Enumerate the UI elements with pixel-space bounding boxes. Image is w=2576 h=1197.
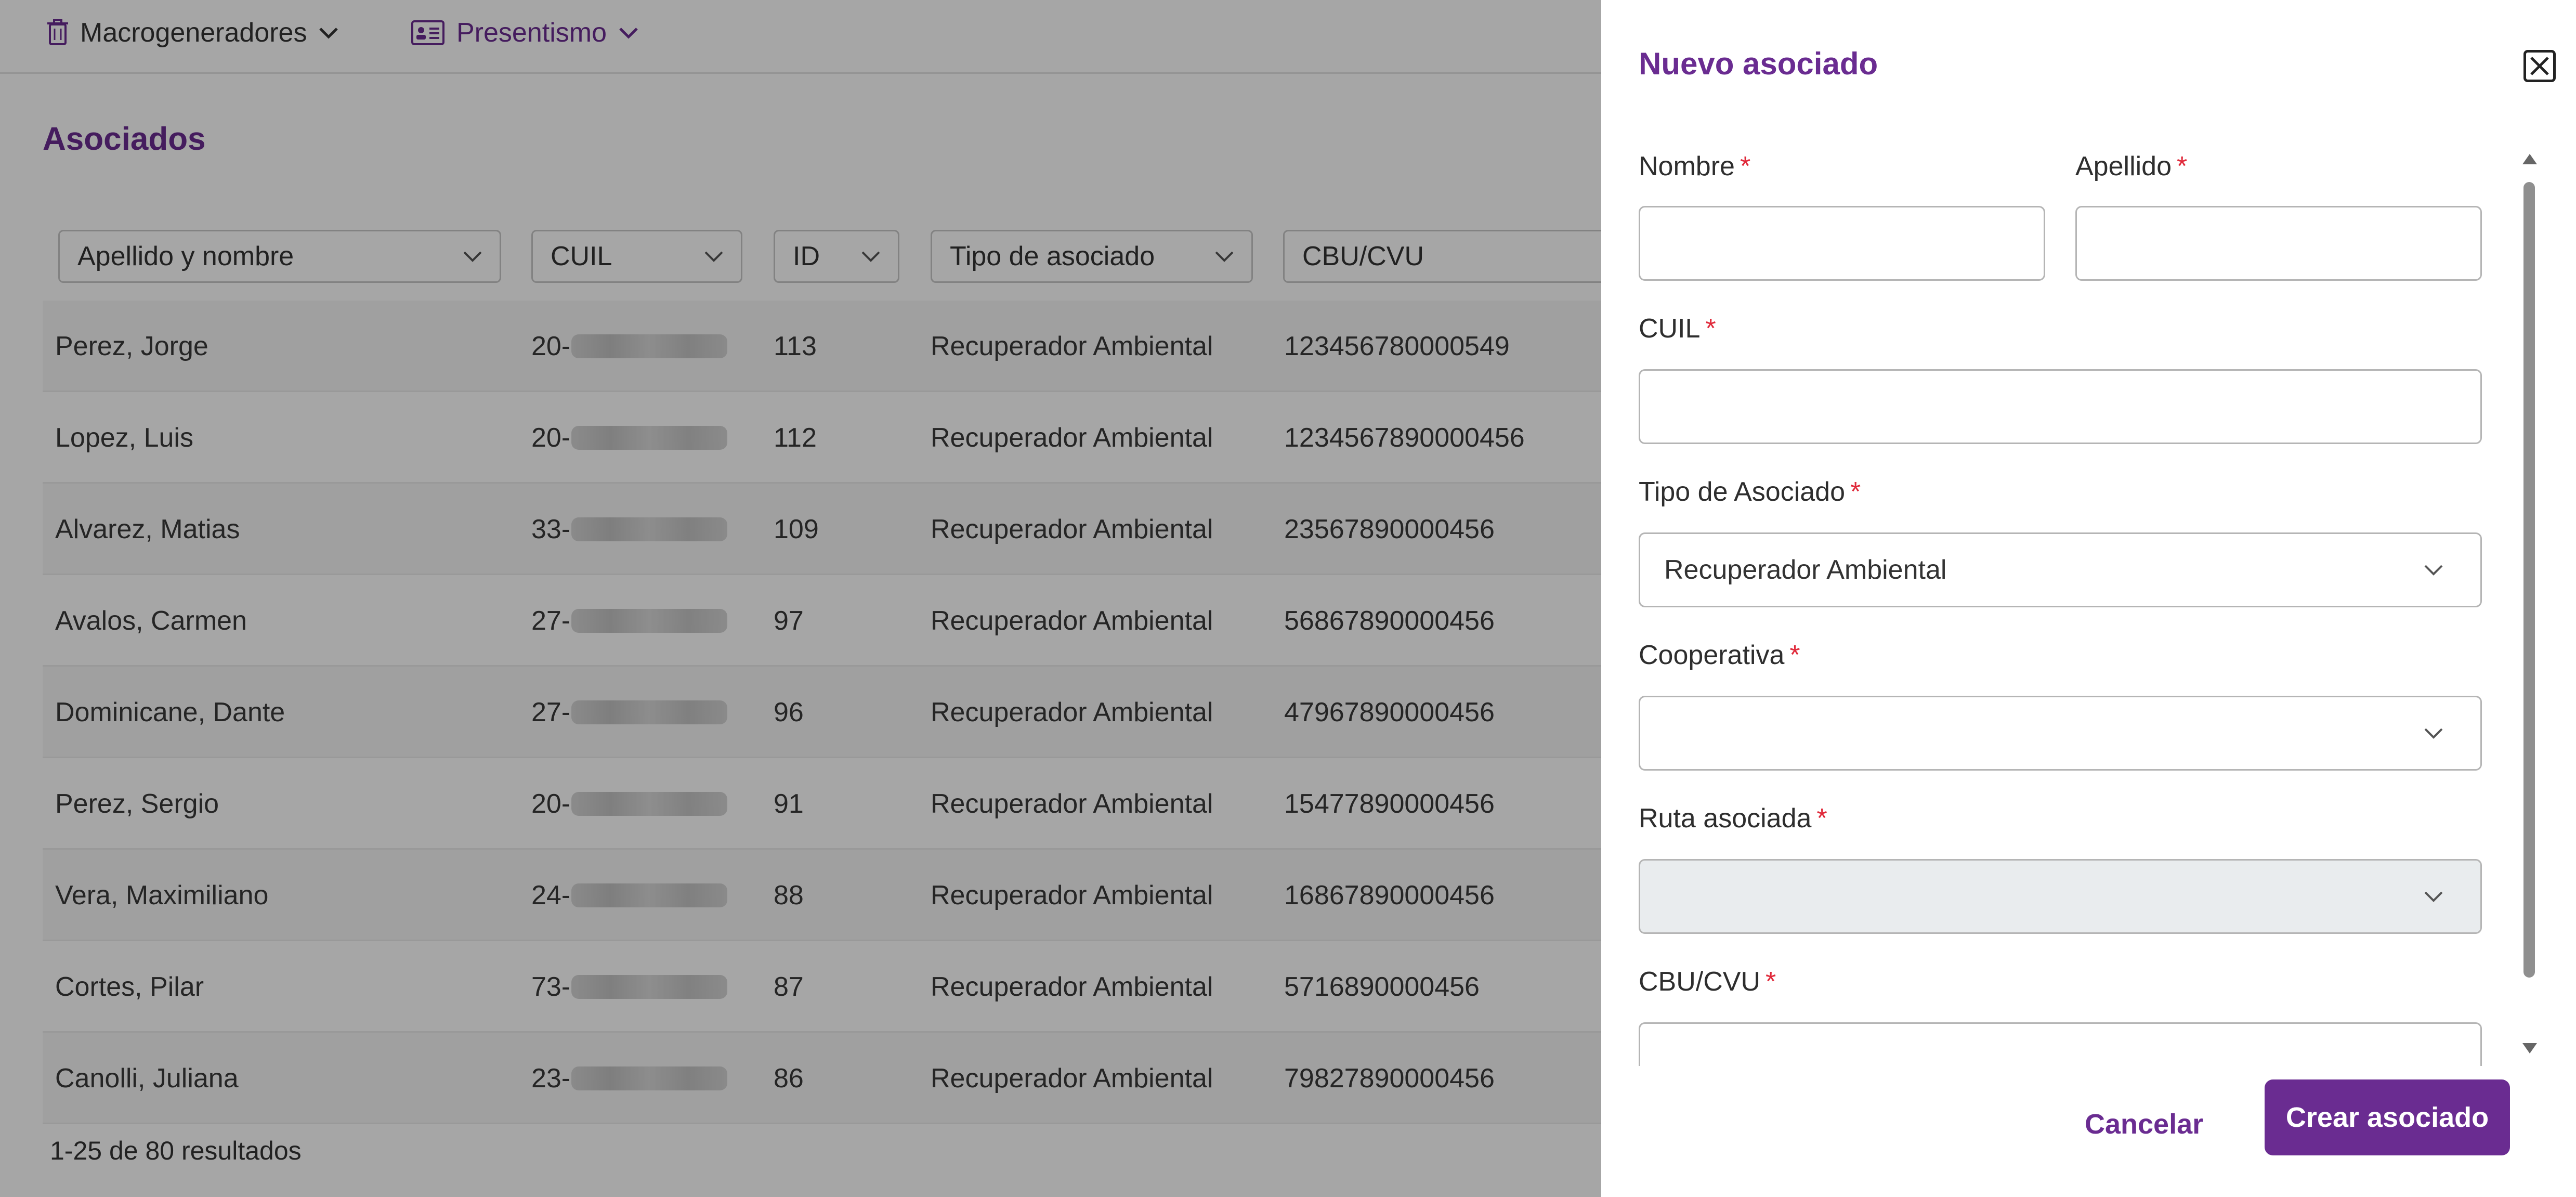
tipo-asociado-label-text: Tipo de Asociado — [1639, 477, 1846, 507]
cuil-input[interactable] — [1639, 369, 2482, 444]
nombre-label-text: Nombre — [1639, 151, 1735, 181]
form-scrollbar[interactable] — [2520, 154, 2537, 1053]
close-button[interactable] — [2523, 50, 2556, 82]
tipo-asociado-label: Tipo de Asociado * — [1639, 476, 1861, 508]
cooperativa-select[interactable] — [1639, 696, 2482, 771]
scroll-up-arrow[interactable] — [2522, 154, 2537, 164]
required-mark: * — [1789, 640, 1800, 670]
cooperativa-label-text: Cooperativa — [1639, 640, 1785, 670]
close-icon — [2529, 56, 2550, 76]
ruta-asociada-label-text: Ruta asociada — [1639, 803, 1812, 834]
required-mark: * — [1766, 967, 1776, 997]
apellido-input[interactable] — [2075, 206, 2482, 281]
cuil-label-text: CUIL — [1639, 314, 1701, 344]
panel-title: Nuevo asociado — [1639, 46, 1878, 81]
cbu-cvu-input[interactable] — [1639, 1022, 2482, 1066]
cbu-cvu-label: CBU/CVU * — [1639, 966, 1776, 997]
cancel-button[interactable]: Cancelar — [2085, 1103, 2203, 1145]
required-mark: * — [1740, 151, 1751, 181]
nombre-input[interactable] — [1639, 206, 2045, 281]
scroll-thumb[interactable] — [2523, 182, 2535, 978]
ruta-asociada-select[interactable] — [1639, 859, 2482, 934]
nombre-label: Nombre * — [1639, 151, 1750, 182]
apellido-label: Apellido * — [2075, 151, 2187, 182]
chevron-down-icon — [2423, 727, 2444, 739]
required-mark: * — [1850, 477, 1861, 507]
apellido-label-text: Apellido — [2075, 151, 2172, 181]
required-mark: * — [1816, 803, 1827, 834]
modal-overlay[interactable] — [0, 0, 1601, 1197]
nuevo-asociado-panel: Nuevo asociado Nombre * Apellido * CUIL * T… — [1601, 0, 2576, 1197]
required-mark: * — [1705, 314, 1716, 344]
chevron-down-icon — [2423, 890, 2444, 903]
chevron-down-icon — [2423, 564, 2444, 576]
form-body: Nombre * Apellido * CUIL * Tipo de Asociado… — [1601, 135, 2576, 1066]
ruta-asociada-label: Ruta asociada * — [1639, 803, 1827, 834]
tipo-asociado-value: Recuperador Ambiental — [1664, 555, 1947, 585]
cuil-label: CUIL * — [1639, 313, 1716, 344]
required-mark: * — [2177, 151, 2188, 181]
tipo-asociado-select[interactable]: Recuperador Ambiental — [1639, 532, 2482, 607]
cbu-cvu-label-text: CBU/CVU — [1639, 967, 1761, 997]
scroll-down-arrow[interactable] — [2522, 1043, 2537, 1053]
cooperativa-label: Cooperativa * — [1639, 640, 1800, 671]
create-asociado-button[interactable]: Crear asociado — [2265, 1079, 2510, 1155]
